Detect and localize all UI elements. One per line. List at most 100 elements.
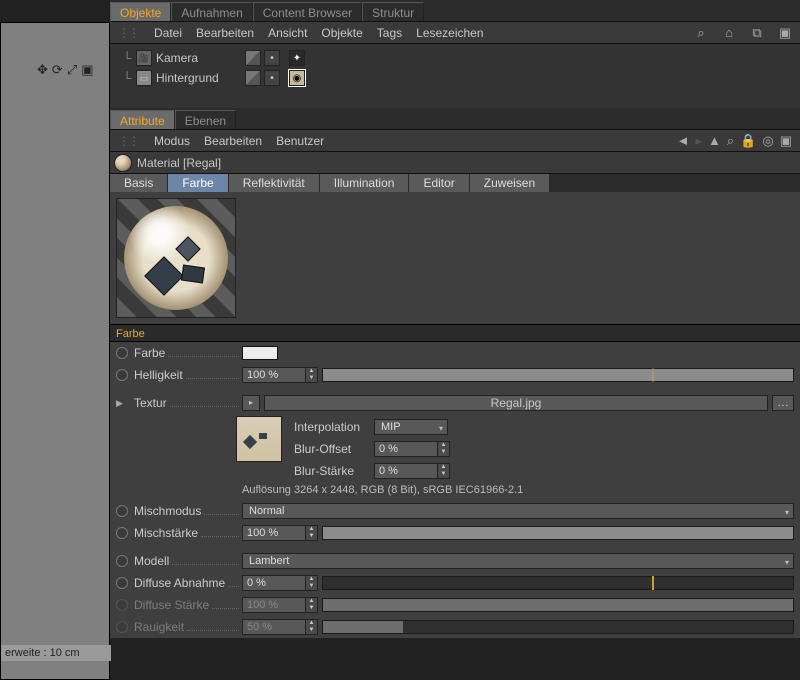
menu-benutzer[interactable]: Benutzer [276, 134, 324, 148]
blendstrength-slider[interactable] [322, 526, 794, 540]
object-manager-menu: ⋮⋮ Datei Bearbeiten Ansicht Objekte Tags… [110, 22, 800, 44]
popout-icon[interactable]: ⧉ [750, 26, 764, 40]
grip-icon[interactable]: ⋮⋮ [118, 26, 138, 40]
interpolation-dropdown[interactable]: MIP▾ [374, 419, 448, 435]
color-channel-properties: Farbe Helligkeit 100 %▲▼ ▶ Textur ▸ Rega… [110, 342, 800, 638]
label-mischstaerke: Mischstärke [134, 526, 198, 540]
compositing-tag-icon[interactable]: ✦ [289, 50, 305, 66]
brightness-field[interactable]: 100 %▲▼ [242, 367, 318, 383]
tree-label[interactable]: Kamera [156, 51, 234, 65]
tab-aufnahmen[interactable]: Aufnahmen [171, 2, 252, 21]
row-blur-offset: Blur-Offset 0 %▲▼ [288, 438, 794, 460]
keyframe-toggle[interactable] [116, 577, 128, 589]
blur-offset-field[interactable]: 0 %▲▼ [374, 441, 450, 457]
viewport-status: erweite : 10 cm [1, 645, 111, 661]
row-farbe: Farbe [110, 342, 800, 364]
material-header: Material [Regal] [110, 152, 800, 174]
mtab-reflektivitat[interactable]: Reflektivität [229, 174, 319, 192]
tab-ebenen[interactable]: Ebenen [175, 110, 236, 129]
search-icon[interactable]: ⌕ [694, 26, 708, 40]
tree-label[interactable]: Hintergrund [156, 71, 234, 85]
color-swatch[interactable] [242, 346, 278, 360]
tab-content-browser[interactable]: Content Browser [253, 2, 362, 21]
tree-row-kamera[interactable]: └ 🎥 Kamera • ✦ [118, 48, 792, 68]
menu-bearbeiten2[interactable]: Bearbeiten [204, 134, 262, 148]
texture-browse-button[interactable]: … [772, 395, 794, 411]
diffuse-strength-slider [322, 598, 794, 612]
label-rauigkeit: Rauigkeit [134, 620, 184, 634]
nav-fwd-icon[interactable]: ▸ [695, 133, 702, 149]
tree-row-hintergrund[interactable]: └ ▭ Hintergrund • ◉ [118, 68, 792, 88]
frame-gizmo-icon[interactable]: ▣ [81, 62, 93, 78]
tab-attribute[interactable]: Attribute [110, 110, 175, 129]
texture-thumbnail[interactable] [236, 416, 282, 462]
texture-tag-icon[interactable]: ◉ [289, 70, 305, 86]
menu-bearbeiten[interactable]: Bearbeiten [196, 26, 254, 40]
viewport-gizmos[interactable]: ✥ ⟳ ⤢ ▣ [37, 62, 94, 78]
menu-lesezeichen[interactable]: Lesezeichen [416, 26, 483, 40]
nav-back-icon[interactable]: ◄ [677, 133, 690, 148]
menu-datei[interactable]: Datei [154, 26, 182, 40]
mtab-farbe[interactable]: Farbe [168, 174, 227, 192]
keyframe-toggle[interactable] [116, 347, 128, 359]
rotate-gizmo-icon[interactable]: ⟳ [52, 62, 63, 78]
background-icon: ▭ [136, 70, 152, 86]
mtab-zuweisen[interactable]: Zuweisen [470, 174, 549, 192]
menu-ansicht[interactable]: Ansicht [268, 26, 307, 40]
material-sphere-icon [124, 206, 228, 310]
nav-up-icon[interactable]: ▲ [708, 133, 721, 148]
blur-strength-field[interactable]: 0 %▲▼ [374, 463, 450, 479]
keyframe-toggle [116, 621, 128, 633]
label-farbe: Farbe [134, 346, 165, 360]
label-diffuse-abnahme: Diffuse Abnahme [134, 576, 225, 590]
texture-file-field[interactable]: Regal.jpg [264, 395, 768, 411]
visibility-tag[interactable] [245, 70, 261, 86]
search-icon[interactable]: ⌕ [727, 133, 734, 149]
keyframe-toggle[interactable] [116, 505, 128, 517]
brightness-slider[interactable] [322, 368, 794, 382]
label-blur-staerke: Blur-Stärke [294, 464, 374, 478]
material-title-prefix: Material [137, 156, 180, 170]
object-tree[interactable]: └ 🎥 Kamera • ✦ └ ▭ Hintergrund • ◉ [110, 44, 800, 108]
mtab-basis[interactable]: Basis [110, 174, 167, 192]
label-textur: Textur [134, 396, 167, 410]
material-preview[interactable] [116, 198, 236, 318]
expand-toggle[interactable]: ▶ [116, 398, 128, 409]
menu-modus[interactable]: Modus [154, 134, 190, 148]
scale-gizmo-icon[interactable]: ⤢ [67, 62, 77, 78]
texture-popup-button[interactable]: ▸ [242, 395, 260, 411]
material-title-name: [Regal] [183, 156, 221, 170]
diffuse-falloff-field[interactable]: 0 %▲▼ [242, 575, 318, 591]
keyframe-toggle[interactable] [116, 555, 128, 567]
diffuse-falloff-slider[interactable] [322, 576, 794, 590]
mtab-illumination[interactable]: Illumination [320, 174, 409, 192]
keyframe-toggle[interactable] [116, 527, 128, 539]
lock-icon[interactable]: 🔒 [740, 133, 756, 149]
target-icon[interactable]: ◎ [762, 133, 773, 149]
row-diffuse-abnahme: Diffuse Abnahme 0 %▲▼ [110, 572, 800, 594]
menu-objekte[interactable]: Objekte [321, 26, 362, 40]
blendstrength-field[interactable]: 100 %▲▼ [242, 525, 318, 541]
model-dropdown[interactable]: Lambert▾ [242, 553, 794, 569]
object-manager-tabs: Objekte Aufnahmen Content Browser Strukt… [110, 0, 800, 22]
blendmode-dropdown[interactable]: Normal▾ [242, 503, 794, 519]
tab-struktur[interactable]: Struktur [362, 2, 424, 21]
keyframe-toggle[interactable] [116, 369, 128, 381]
row-mischmodus: Mischmodus Normal▾ [110, 500, 800, 522]
visibility-tag[interactable] [245, 50, 261, 66]
roughness-slider [322, 620, 794, 634]
render-tag[interactable]: • [264, 50, 280, 66]
home-icon[interactable]: ⌂ [722, 26, 736, 40]
material-preview-icon [114, 154, 132, 172]
maximize-icon[interactable]: ▣ [780, 133, 792, 149]
viewport-3d[interactable]: ✥ ⟳ ⤢ ▣ erweite : 10 cm [0, 22, 110, 680]
render-tag[interactable]: • [264, 70, 280, 86]
label-interpolation: Interpolation [294, 420, 374, 434]
grip-icon[interactable]: ⋮⋮ [118, 134, 138, 148]
mtab-editor[interactable]: Editor [409, 174, 468, 192]
row-diffuse-staerke: Diffuse Stärke 100 %▲▼ [110, 594, 800, 616]
move-gizmo-icon[interactable]: ✥ [37, 62, 48, 78]
menu-tags[interactable]: Tags [377, 26, 402, 40]
maximize-icon[interactable]: ▣ [778, 26, 792, 40]
tab-objekte[interactable]: Objekte [110, 2, 171, 21]
